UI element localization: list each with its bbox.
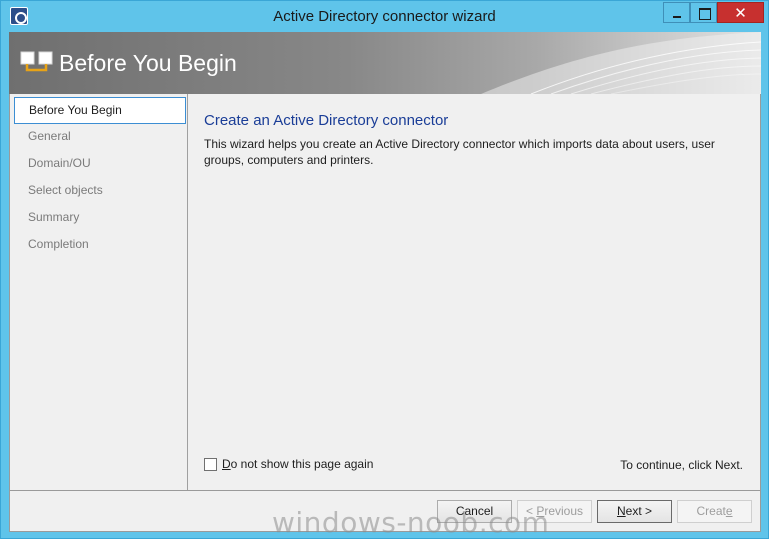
nav-step-completion[interactable]: Completion xyxy=(14,232,186,259)
dont-show-again-label[interactable]: Do not show this page again xyxy=(222,457,373,471)
create-button[interactable]: Create xyxy=(677,500,752,523)
close-icon: ✕ xyxy=(734,4,747,22)
close-button[interactable]: ✕ xyxy=(717,2,764,23)
nav-step-select-objects[interactable]: Select objects xyxy=(14,178,186,205)
page-description: This wizard helps you create an Active D… xyxy=(204,137,715,167)
wizard-window: Active Directory connector wizard ✕ Befo… xyxy=(0,0,769,539)
wizard-steps-nav: Before You Begin General Domain/OU Selec… xyxy=(10,94,188,490)
continue-hint: To continue, click Next. xyxy=(620,458,743,472)
banner-swoosh-decoration xyxy=(481,32,761,94)
wizard-banner: Before You Begin xyxy=(9,32,761,94)
nav-step-summary[interactable]: Summary xyxy=(14,205,186,232)
maximize-button[interactable] xyxy=(690,2,717,23)
wizard-content: Create an Active Directory connector Thi… xyxy=(189,94,761,490)
title-bar[interactable]: Active Directory connector wizard ✕ xyxy=(1,1,768,31)
page-heading: Create an Active Directory connector xyxy=(204,112,449,129)
wizard-body: Before You Begin General Domain/OU Selec… xyxy=(9,94,761,491)
window-title: Active Directory connector wizard xyxy=(273,8,496,25)
connector-icon xyxy=(20,51,53,72)
banner-title: Before You Begin xyxy=(59,50,237,76)
minimize-button[interactable] xyxy=(663,2,690,23)
next-button[interactable]: Next > xyxy=(597,500,672,523)
nav-step-before-you-begin[interactable]: Before You Begin xyxy=(14,97,186,124)
dont-show-again-row[interactable]: Do not show this page again xyxy=(204,457,373,471)
dont-show-again-checkbox[interactable] xyxy=(204,457,217,471)
nav-step-domain-ou[interactable]: Domain/OU xyxy=(14,151,186,178)
nav-step-general[interactable]: General xyxy=(14,124,186,151)
site-watermark: windows-noob.com xyxy=(272,506,550,539)
